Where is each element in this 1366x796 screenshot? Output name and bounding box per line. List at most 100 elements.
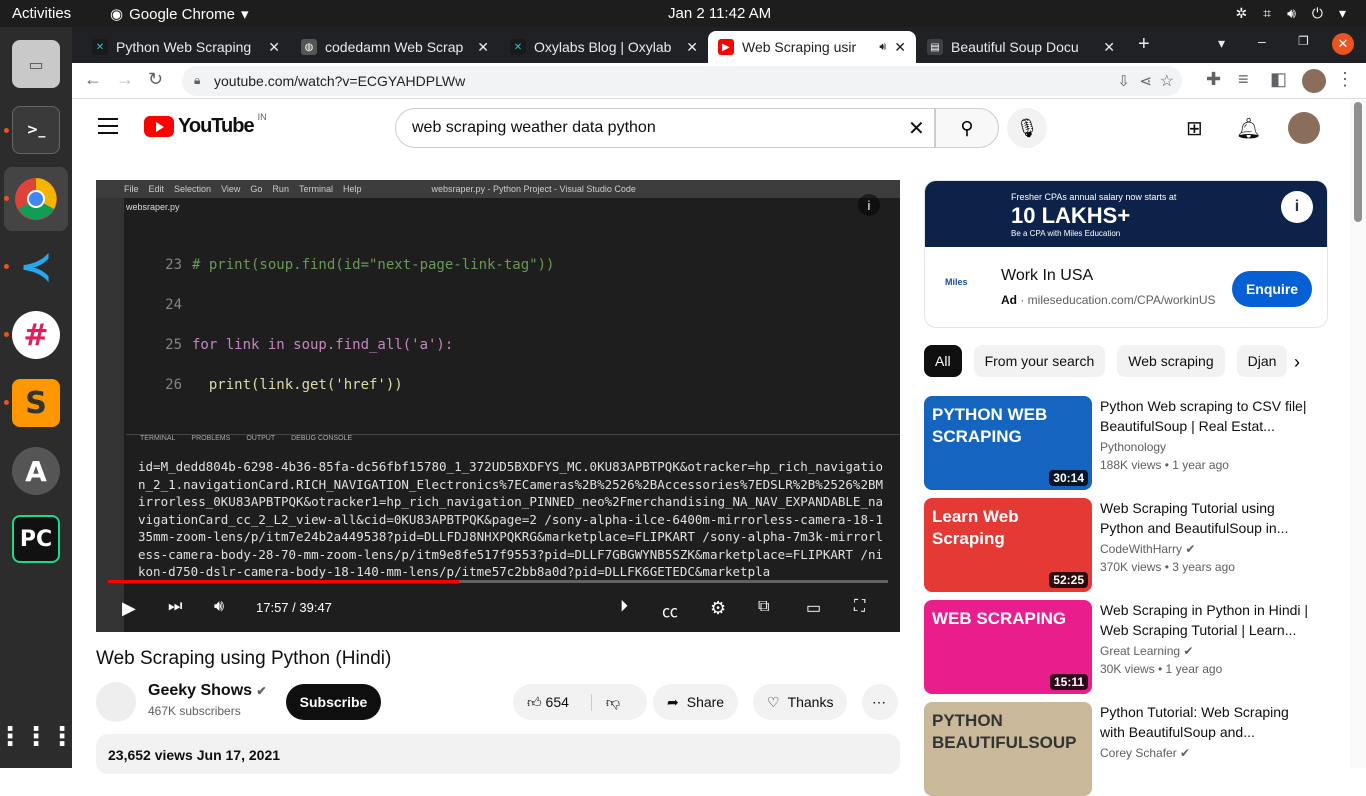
- chip-from-your-search[interactable]: From your search: [973, 345, 1106, 377]
- recommended-video[interactable]: WEB SCRAPING 15:11 Web Scraping in Python…: [924, 600, 1328, 694]
- youtube-logo[interactable]: YouTube IN: [144, 112, 267, 138]
- clock[interactable]: Jan 2 11:42 AM: [668, 5, 771, 22]
- play-icon[interactable]: ▶: [122, 598, 136, 619]
- sublime-text-icon[interactable]: S: [12, 379, 60, 427]
- app-menu[interactable]: ◉ Google Chrome ▾: [110, 5, 249, 24]
- hamburger-menu-icon[interactable]: [98, 118, 118, 134]
- miniplayer-icon[interactable]: ⧉: [758, 598, 769, 616]
- like-button[interactable]: 👍︎ 654: [527, 694, 569, 711]
- side-panel-icon[interactable]: ◧: [1270, 69, 1287, 90]
- next-icon[interactable]: ⏭: [168, 598, 182, 616]
- tab-python-web-scraping[interactable]: ✕ Python Web Scraping ✕: [82, 31, 290, 63]
- scrollbar-thumb[interactable]: [1354, 102, 1362, 222]
- youtube-play-icon: [144, 116, 174, 137]
- info-icon[interactable]: i: [858, 194, 880, 216]
- clear-search-icon[interactable]: ✕: [908, 116, 925, 141]
- dislike-button[interactable]: 👎︎: [590, 693, 620, 711]
- toolbar: ← → ↻ 🔒︎ youtube.com/watch?v=ECGYAHDPLWw…: [72, 63, 1366, 99]
- chip-django[interactable]: Djan: [1236, 345, 1288, 377]
- slack-icon[interactable]: #: [12, 311, 60, 359]
- thanks-button[interactable]: ♡ Thanks: [753, 684, 848, 720]
- page-scrollbar[interactable]: [1350, 100, 1366, 768]
- close-icon[interactable]: ✕: [894, 39, 906, 56]
- settings-icon[interactable]: ✲: [1235, 5, 1247, 22]
- close-icon[interactable]: ✕: [477, 39, 489, 56]
- description-box[interactable]: 23,652 views Jun 17, 2021: [96, 734, 900, 774]
- subscribe-button[interactable]: Subscribe: [286, 684, 381, 720]
- back-icon[interactable]: ←: [84, 69, 102, 90]
- tab-oxylabs-blog[interactable]: ✕ Oxylabs Blog | Oxylab ✕: [500, 31, 708, 63]
- chevron-down-icon[interactable]: ▾: [1339, 5, 1346, 22]
- video-thumbnail[interactable]: Learn Web Scraping 52:25: [924, 498, 1092, 592]
- channel-name[interactable]: Geeky Shows ✔: [148, 682, 267, 700]
- tab-beautiful-soup[interactable]: ▤ Beautiful Soup Docu ✕: [917, 31, 1125, 63]
- autoplay-toggle[interactable]: ⏵: [620, 598, 628, 616]
- bookmark-star-icon[interactable]: ☆: [1160, 71, 1174, 91]
- tab-search-icon[interactable]: ▾: [1218, 35, 1225, 52]
- volume-icon[interactable]: 🔊︎: [214, 598, 224, 616]
- settings-gear-icon[interactable]: ⚙: [710, 598, 726, 619]
- account-avatar[interactable]: [1288, 112, 1320, 144]
- forward-icon[interactable]: →: [116, 69, 134, 90]
- thumbs-up-icon: 👍︎: [527, 693, 542, 710]
- enquire-button[interactable]: Enquire: [1232, 271, 1312, 307]
- recommended-video[interactable]: PYTHON WEB SCRAPING 30:14 Python Web scra…: [924, 396, 1328, 490]
- pycharm-icon[interactable]: PC: [12, 515, 60, 563]
- media-icon[interactable]: ≡: [1238, 69, 1249, 90]
- ad-banner[interactable]: Fresher CPAs annual salary now starts at…: [925, 181, 1327, 247]
- reload-icon[interactable]: ↻: [148, 69, 163, 90]
- restore-icon[interactable]: ❐: [1298, 34, 1309, 48]
- search-input[interactable]: web scraping weather data python: [395, 108, 935, 148]
- new-tab-button[interactable]: +: [1138, 33, 1150, 56]
- tab-youtube[interactable]: ▶ Web Scraping usir 🔊︎ ✕: [708, 31, 916, 63]
- chip-web-scraping[interactable]: Web scraping: [1117, 345, 1225, 377]
- chrome-dock-icon[interactable]: [4, 167, 68, 231]
- theater-mode-icon[interactable]: ▭: [806, 598, 821, 618]
- recommended-video[interactable]: PYTHON BEAUTIFULSOUP Python Tutorial: We…: [924, 702, 1328, 796]
- tab-codedamn[interactable]: ◍ codedamn Web Scrap ✕: [291, 31, 499, 63]
- system-tray[interactable]: ✲ ⌗ 🔊︎ ⏻ ▾: [1235, 5, 1346, 22]
- files-icon[interactable]: ▭: [12, 40, 60, 88]
- activities-button[interactable]: Activities: [12, 5, 71, 22]
- chip-all[interactable]: All: [924, 345, 962, 377]
- minimize-icon[interactable]: –: [1258, 33, 1266, 49]
- vscode-icon[interactable]: ≺: [12, 243, 60, 291]
- create-video-icon[interactable]: ⊞: [1186, 116, 1203, 141]
- code-line: 23 # print(soup.find(id="next-page-link-t…: [165, 257, 555, 273]
- address-bar[interactable]: 🔒︎ youtube.com/watch?v=ECGYAHDPLWw ⇩ ⋖ ☆: [182, 66, 1182, 96]
- share-icon[interactable]: ⋖: [1139, 72, 1152, 90]
- search-button[interactable]: ⚲: [935, 108, 999, 148]
- fullscreen-icon[interactable]: ⛶: [854, 598, 865, 616]
- close-icon[interactable]: ✕: [1103, 39, 1115, 56]
- more-actions-button[interactable]: ⋯: [862, 684, 898, 720]
- network-icon[interactable]: ⌗: [1263, 5, 1271, 22]
- share-button[interactable]: ➦ Share: [653, 684, 739, 720]
- captions-icon[interactable]: ㏄: [662, 598, 678, 622]
- video-player[interactable]: File Edit Selection View Go Run Terminal…: [96, 180, 900, 632]
- install-icon[interactable]: ⇩: [1117, 72, 1130, 90]
- notifications-bell-icon[interactable]: 🔔︎: [1236, 116, 1261, 141]
- code-editor: 23 # print(soup.find(id="next-page-link-t…: [146, 235, 554, 435]
- video-thumbnail[interactable]: WEB SCRAPING 15:11: [924, 600, 1092, 694]
- extensions-icon[interactable]: ✚: [1206, 69, 1221, 90]
- video-thumbnail[interactable]: PYTHON WEB SCRAPING 30:14: [924, 396, 1092, 490]
- terminal-icon[interactable]: >_: [12, 106, 60, 154]
- ad-card[interactable]: Fresher CPAs annual salary now starts at…: [924, 180, 1328, 328]
- close-icon[interactable]: ✕: [268, 39, 280, 56]
- show-apps-icon[interactable]: ⋮⋮⋮: [0, 713, 75, 761]
- channel-avatar[interactable]: [96, 682, 136, 722]
- software-center-icon[interactable]: A: [12, 447, 60, 495]
- profile-avatar[interactable]: [1302, 69, 1326, 93]
- chevron-right-icon[interactable]: ›: [1294, 352, 1300, 373]
- ad-info-icon[interactable]: i: [1281, 191, 1313, 223]
- video-thumbnail[interactable]: PYTHON BEAUTIFULSOUP: [924, 702, 1092, 796]
- progress-bar[interactable]: [108, 580, 888, 583]
- close-icon[interactable]: ✕: [686, 39, 698, 56]
- recommended-video[interactable]: Learn Web Scraping 52:25 Web Scraping Tut…: [924, 498, 1328, 592]
- close-window-icon[interactable]: ✕: [1332, 33, 1354, 55]
- menu-icon[interactable]: ⋮: [1336, 69, 1354, 90]
- power-icon[interactable]: ⏻: [1312, 5, 1323, 22]
- voice-search-button[interactable]: 🎙︎: [1007, 108, 1047, 148]
- audio-icon[interactable]: 🔊︎: [879, 41, 886, 54]
- volume-icon[interactable]: 🔊︎: [1287, 5, 1296, 22]
